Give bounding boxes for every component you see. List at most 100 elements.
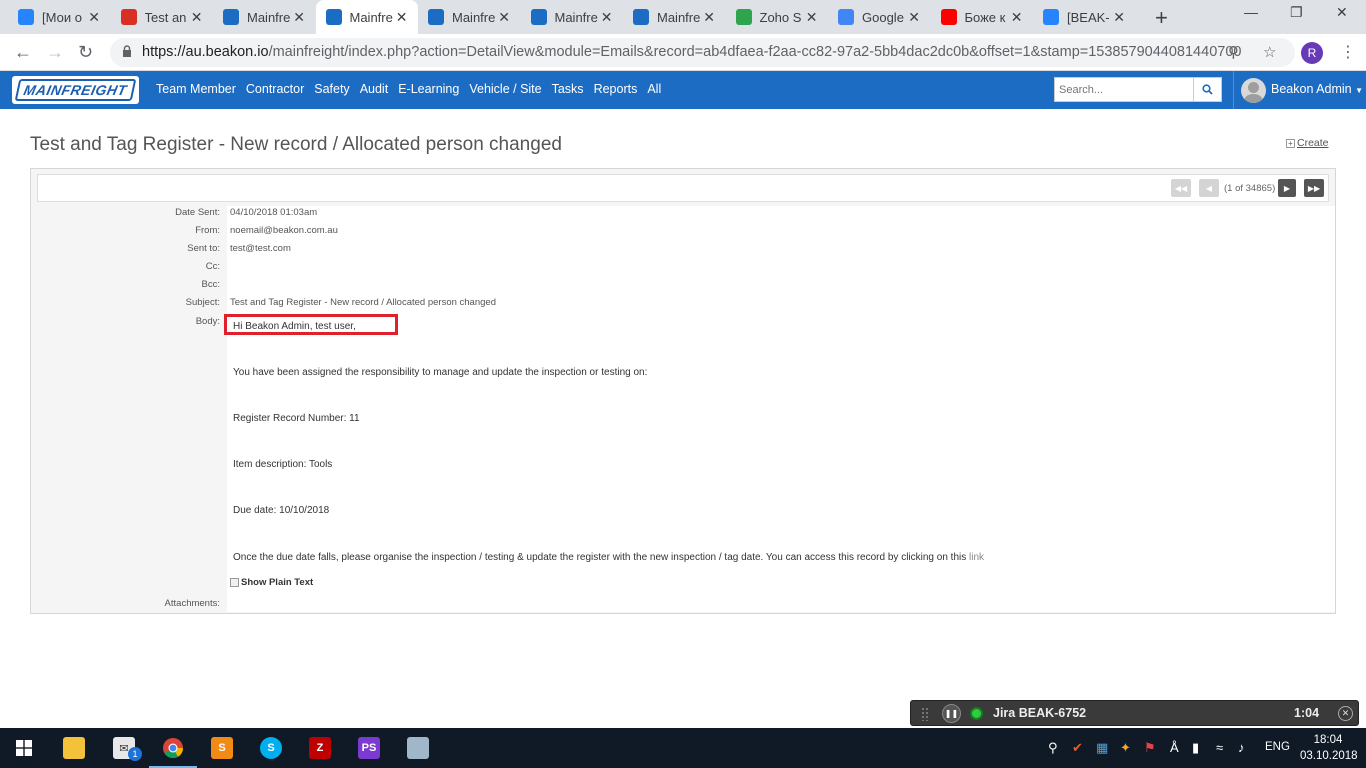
- body-line-due-date: Due date: 10/10/2018: [233, 505, 330, 516]
- tab-close-icon[interactable]: ✕: [703, 9, 715, 26]
- taskbar-file-explorer[interactable]: [50, 728, 98, 768]
- battery-icon[interactable]: ▮: [1192, 740, 1199, 756]
- tab-close-icon[interactable]: ✕: [191, 9, 203, 26]
- sent-to-label: Sent to:: [187, 243, 220, 254]
- minimize-icon[interactable]: —: [1244, 4, 1258, 20]
- window-close-icon[interactable]: ✕: [1336, 4, 1348, 21]
- record-link[interactable]: link: [969, 552, 984, 563]
- taskbar-phpstorm[interactable]: PS: [345, 728, 393, 768]
- record-count: (1 of 34865): [1224, 183, 1276, 194]
- timer-elapsed: 1:04: [1294, 706, 1320, 720]
- from-label: From:: [195, 225, 220, 236]
- tab-close-icon[interactable]: ✕: [908, 9, 920, 26]
- nav-safety[interactable]: Safety: [314, 82, 349, 96]
- show-plain-text-toggle[interactable]: Show Plain Text: [230, 577, 313, 588]
- input-language[interactable]: ENG: [1265, 741, 1290, 753]
- user-name: Beakon Admin: [1271, 82, 1352, 96]
- user-avatar[interactable]: [1241, 78, 1266, 103]
- chrome-icon: [163, 738, 184, 759]
- last-record-icon[interactable]: ▶▶: [1304, 179, 1324, 197]
- profile-avatar[interactable]: R: [1301, 42, 1323, 64]
- sent-to-value: test@test.com: [230, 243, 291, 254]
- tab-title: [BEAK-: [1067, 9, 1110, 25]
- tab-close-icon[interactable]: ✕: [1011, 9, 1023, 26]
- nav-audit[interactable]: Audit: [360, 82, 389, 96]
- main-navigation: Team Member Contractor Safety Audit E-Learni…: [156, 82, 671, 96]
- first-record-icon[interactable]: ◀◀: [1171, 179, 1191, 197]
- tab-close-icon[interactable]: ✕: [601, 9, 613, 26]
- pause-button[interactable]: ❚❚: [942, 704, 961, 723]
- taskbar-paint[interactable]: [394, 728, 442, 768]
- subject-label: Subject:: [185, 297, 220, 308]
- restore-icon[interactable]: ❐: [1290, 4, 1303, 21]
- browser-tab[interactable]: Google ✕: [828, 0, 930, 34]
- taskbar-sublime[interactable]: S: [198, 728, 246, 768]
- nav-contractor[interactable]: Contractor: [246, 82, 304, 96]
- browser-tab[interactable]: Mainfre ✕: [213, 0, 315, 34]
- plus-icon: +: [1286, 139, 1295, 148]
- tab-close-icon[interactable]: ✕: [88, 9, 100, 26]
- tab-title: Mainfre: [657, 9, 701, 25]
- timer-task-name: Jira BEAK-6752: [993, 706, 1087, 720]
- tray-app-icon[interactable]: ✔: [1072, 740, 1083, 756]
- zoom-icon[interactable]: ⚲: [1228, 43, 1239, 61]
- timer-close-icon[interactable]: ✕: [1338, 706, 1353, 721]
- header-divider: [1233, 71, 1234, 109]
- plain-text-label: Show Plain Text: [241, 577, 314, 588]
- beakon-icon: [428, 9, 444, 25]
- browser-tab[interactable]: Боже к ✕: [931, 0, 1033, 34]
- new-tab-button[interactable]: +: [1155, 5, 1168, 31]
- taskbar-chrome[interactable]: [149, 728, 197, 768]
- nav-tasks[interactable]: Tasks: [552, 82, 584, 96]
- system-clock[interactable]: 18:04 03.10.2018: [1300, 732, 1358, 764]
- browser-tab[interactable]: Mainfre ✕: [521, 0, 623, 34]
- nav-vehicle-site[interactable]: Vehicle / Site: [469, 82, 541, 96]
- browser-tab[interactable]: Zoho S ✕: [726, 0, 828, 34]
- browser-tab[interactable]: [Мои о ✕: [8, 0, 110, 34]
- tab-close-icon[interactable]: ✕: [498, 9, 510, 26]
- tray-windowpanel-icon[interactable]: ▦: [1096, 740, 1108, 756]
- wifi-icon[interactable]: ≈: [1216, 740, 1223, 755]
- tab-close-icon[interactable]: ✕: [1113, 9, 1125, 26]
- search-icon: [1202, 84, 1213, 95]
- browser-tab[interactable]: Test an ✕: [111, 0, 213, 34]
- taskbar-filezilla[interactable]: Z: [296, 728, 344, 768]
- user-menu[interactable]: Beakon Admin ▼: [1271, 82, 1363, 96]
- tray-security-icon[interactable]: ⚑: [1144, 740, 1156, 756]
- browser-tab[interactable]: Mainfre ✕: [623, 0, 725, 34]
- reload-icon[interactable]: ↻: [78, 42, 93, 63]
- date-sent-value: 04/10/2018 01:03am: [230, 207, 318, 218]
- previous-record-icon[interactable]: ◀: [1199, 179, 1219, 197]
- volume-icon[interactable]: ♪: [1238, 740, 1245, 755]
- drag-handle-icon[interactable]: [921, 707, 929, 721]
- browser-menu-icon[interactable]: ⋮: [1340, 42, 1356, 62]
- forward-icon[interactable]: →: [46, 42, 64, 63]
- tab-close-icon[interactable]: ✕: [806, 9, 818, 26]
- browser-tab[interactable]: Mainfre ✕: [418, 0, 520, 34]
- search-button[interactable]: [1194, 77, 1222, 102]
- address-bar[interactable]: https://au.beakon.io/mainfreight/index.p…: [110, 38, 1295, 67]
- next-record-icon[interactable]: ▶: [1278, 179, 1296, 197]
- global-search-input[interactable]: [1054, 77, 1194, 102]
- nav-all[interactable]: All: [647, 82, 661, 96]
- plain-text-checkbox[interactable]: [230, 578, 239, 587]
- nav-reports[interactable]: Reports: [594, 82, 638, 96]
- mainfreight-logo[interactable]: MAINFREIGHT: [12, 76, 139, 104]
- windows-start-button[interactable]: [0, 728, 48, 768]
- tab-close-icon[interactable]: ✕: [396, 9, 408, 26]
- browser-tab[interactable]: [BEAK- ✕: [1033, 0, 1135, 34]
- taskbar-skype[interactable]: S: [247, 728, 295, 768]
- taskbar-mail[interactable]: ✉ 1: [100, 728, 148, 768]
- tab-close-icon[interactable]: ✕: [293, 9, 305, 26]
- tray-search-icon[interactable]: ⚲: [1048, 740, 1058, 756]
- date-sent-label: Date Sent:: [175, 207, 220, 218]
- bluetooth-icon[interactable]: Å: [1170, 740, 1179, 755]
- windows-logo-icon: [16, 740, 32, 756]
- nav-e-learning[interactable]: E-Learning: [398, 82, 459, 96]
- bookmark-star-icon[interactable]: ☆: [1263, 43, 1276, 61]
- back-icon[interactable]: ←: [14, 42, 32, 63]
- create-link[interactable]: + Create: [1286, 137, 1329, 149]
- nav-team-member[interactable]: Team Member: [156, 82, 236, 96]
- tray-avast-icon[interactable]: ✦: [1120, 740, 1131, 756]
- browser-tab[interactable]: Mainfre ✕: [315, 0, 418, 34]
